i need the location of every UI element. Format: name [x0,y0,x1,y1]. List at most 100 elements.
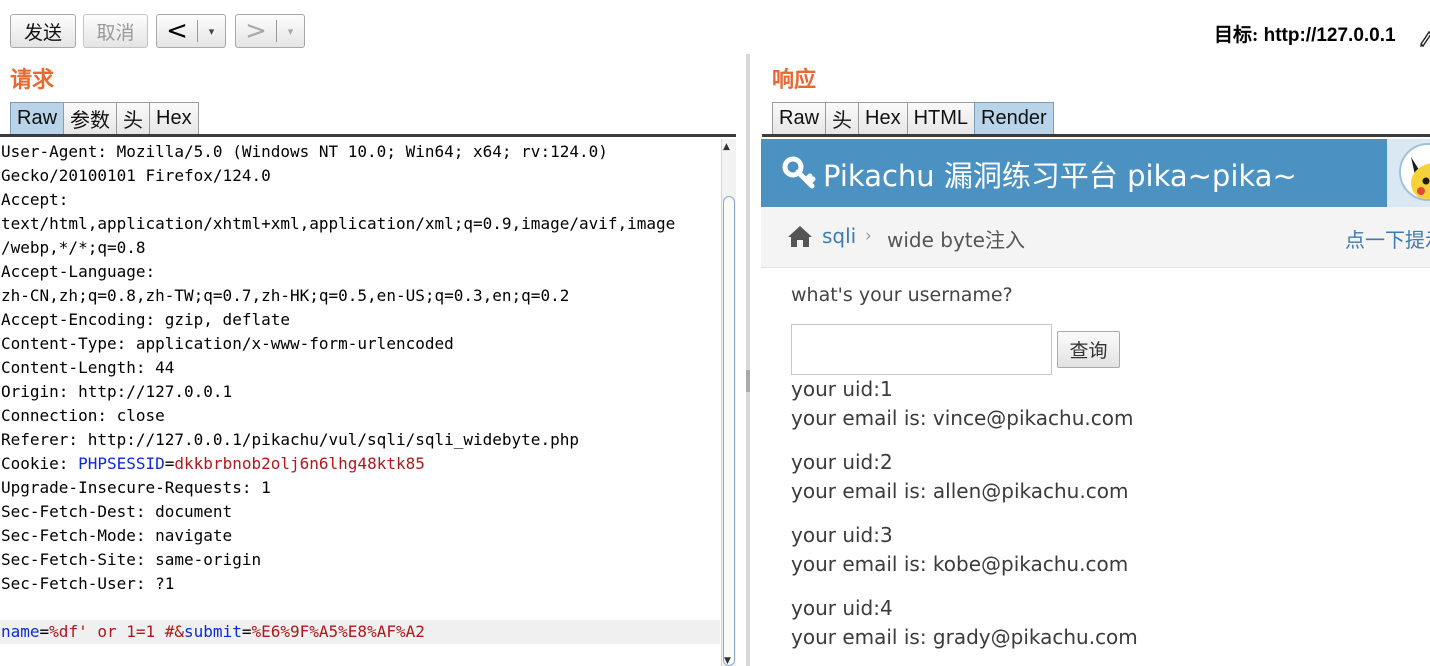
edit-target-icon[interactable] [1418,26,1430,48]
request-text: name [1,622,40,641]
request-text: Upgrade-Insecure-Requests: 1 [1,478,271,497]
result-email: your email is: grady@pikachu.com [791,625,1138,649]
breadcrumb: sqli › wide byte注入 点一下提示 [761,207,1430,268]
request-tab-2[interactable]: 头 [116,102,151,134]
request-tabs: Raw 参数头 Hex [10,102,199,134]
request-line: Accept-Encoding: gzip, deflate [0,308,720,332]
request-text: Sec-Fetch-Mode: navigate [1,526,233,545]
request-text: dkkbrbnob2olj6n6lhg48ktk85 [174,454,425,473]
chevron-down-icon[interactable]: ▾ [277,25,304,38]
response-tabs: Raw 头 Hex HTML Render [772,102,1054,134]
target-url: http://127.0.0.1 [1263,25,1396,46]
avatar-area [1387,139,1430,207]
cancel-button[interactable]: 取消 [83,14,148,48]
request-title: 请求 [10,67,55,92]
response-tab-1[interactable]: 头 [825,102,860,134]
request-line: Accept-Language: [0,260,720,284]
request-line: Connection: close [0,404,720,428]
request-line: Sec-Fetch-Site: same-origin [0,548,720,572]
request-line: Referer: http://127.0.0.1/pikachu/vul/sq… [0,428,720,452]
request-text: %df' or 1=1 #& [49,622,185,641]
request-line: Gecko/20100101 Firefox/124.0 [0,164,720,188]
response-tab-3[interactable]: HTML [906,102,976,134]
request-line: User-Agent: Mozilla/5.0 (Windows NT 10.0… [0,140,720,164]
request-text: Origin: http://127.0.0.1 [1,382,233,401]
breadcrumb-separator: › [865,226,872,246]
result-email: your email is: allen@pikachu.com [791,479,1129,503]
request-line: Sec-Fetch-User: ?1 [0,572,720,596]
request-text: Cookie: [1,454,79,473]
request-text: Sec-Fetch-User: ?1 [1,574,175,593]
request-line: Accept: [0,188,720,212]
request-text: = [164,454,175,473]
hint-link[interactable]: 点一下提示 [1345,224,1430,253]
request-line [0,596,720,620]
breadcrumb-link-sqli[interactable]: sqli [822,224,856,248]
panel-splitter[interactable] [746,54,750,666]
request-text: Accept: [1,190,69,209]
tab-underline [0,134,736,137]
response-tab-0[interactable]: Raw [772,102,827,134]
key-icon [782,156,816,189]
request-line: text/html,application/xhtml+xml,applicat… [0,212,720,236]
request-line: Cookie: PHPSESSID=dkkbrbnob2olj6n6lhg48k… [0,452,720,476]
request-tab-0[interactable]: Raw [10,102,65,134]
site-title[interactable]: Pikachu 漏洞练习平台 pika~pika~ [823,153,1297,195]
home-icon[interactable] [787,224,813,248]
request-text: Sec-Fetch-Dest: document [1,502,233,521]
request-text: User-Agent: Mozilla/5.0 (Windows NT 10.0… [1,142,608,161]
tab-underline [762,134,1430,137]
request-text: Connection: close [1,406,165,425]
query-button[interactable]: 查询 [1057,331,1120,368]
target-label: 目标: [1214,25,1259,46]
request-text: Accept-Encoding: gzip, deflate [1,310,290,329]
scroll-up-icon[interactable]: ▲ [723,142,730,152]
request-text: text/html,application/xhtml+xml,applicat… [1,214,676,233]
request-line: name=%df' or 1=1 #&submit=%E6%9F%A5%E8%A… [0,620,720,644]
splitter-grip[interactable] [746,370,750,392]
result-uid: your uid:4 [791,596,893,620]
target-indicator: 目标: http://127.0.0.1 [1214,20,1396,47]
request-line: Content-Length: 44 [0,356,720,380]
request-line: Sec-Fetch-Dest: document [0,500,720,524]
result-email: your email is: kobe@pikachu.com [791,552,1129,576]
request-line: Origin: http://127.0.0.1 [0,380,720,404]
request-text: Content-Type: application/x-www-form-url… [1,334,454,353]
username-prompt: what's your username? [791,284,1013,306]
breadcrumb-current: wide byte注入 [887,228,1025,252]
request-text: Gecko/20100101 Firefox/124.0 [1,166,271,185]
result-email: your email is: vince@pikachu.com [791,406,1134,430]
chevron-down-icon[interactable]: ▾ [198,25,225,38]
rendered-response: Pikachu 漏洞练习平台 pika~pika~ sqli › wide by… [761,139,1430,666]
request-text: Referer: http://127.0.0.1/pikachu/vul/sq… [1,430,579,449]
chevron-left-icon: < [166,16,188,46]
response-tab-4[interactable]: Render [974,102,1054,134]
request-text: PHPSESSID [78,454,165,473]
request-text: Sec-Fetch-Site: same-origin [1,550,262,569]
request-text: /webp,*/*;q=0.8 [1,238,146,257]
request-line: /webp,*/*;q=0.8 [0,236,720,260]
send-button[interactable]: 发送 [10,14,76,48]
back-button[interactable]: < ▾ [156,14,226,48]
request-line: Sec-Fetch-Mode: navigate [0,524,720,548]
request-line: Upgrade-Insecure-Requests: 1 [0,476,720,500]
username-input[interactable] [791,324,1052,375]
request-text: submit [184,622,242,641]
result-uid: your uid:1 [791,377,893,401]
response-tab-2[interactable]: Hex [858,102,908,134]
request-tab-3[interactable]: Hex [149,102,199,134]
request-text: %E6%9F%A5%E8%AF%A2 [251,622,425,641]
chevron-right-icon: > [245,16,267,46]
request-editor[interactable]: User-Agent: Mozilla/5.0 (Windows NT 10.0… [0,140,720,666]
scroll-down-icon[interactable]: ▼ [724,656,731,666]
forward-button[interactable]: > ▾ [235,14,305,48]
scrollbar-thumb[interactable] [723,196,735,666]
request-tab-1[interactable]: 参数 [63,102,118,134]
site-header: Pikachu 漏洞练习平台 pika~pika~ [761,139,1430,207]
request-text: Content-Length: 44 [1,358,175,377]
request-line: Content-Type: application/x-www-form-url… [0,332,720,356]
request-text: = [39,622,50,641]
request-line: zh-CN,zh;q=0.8,zh-TW;q=0.7,zh-HK;q=0.5,e… [0,284,720,308]
response-title: 响应 [772,67,817,92]
request-text: zh-CN,zh;q=0.8,zh-TW;q=0.7,zh-HK;q=0.5,e… [1,286,570,305]
